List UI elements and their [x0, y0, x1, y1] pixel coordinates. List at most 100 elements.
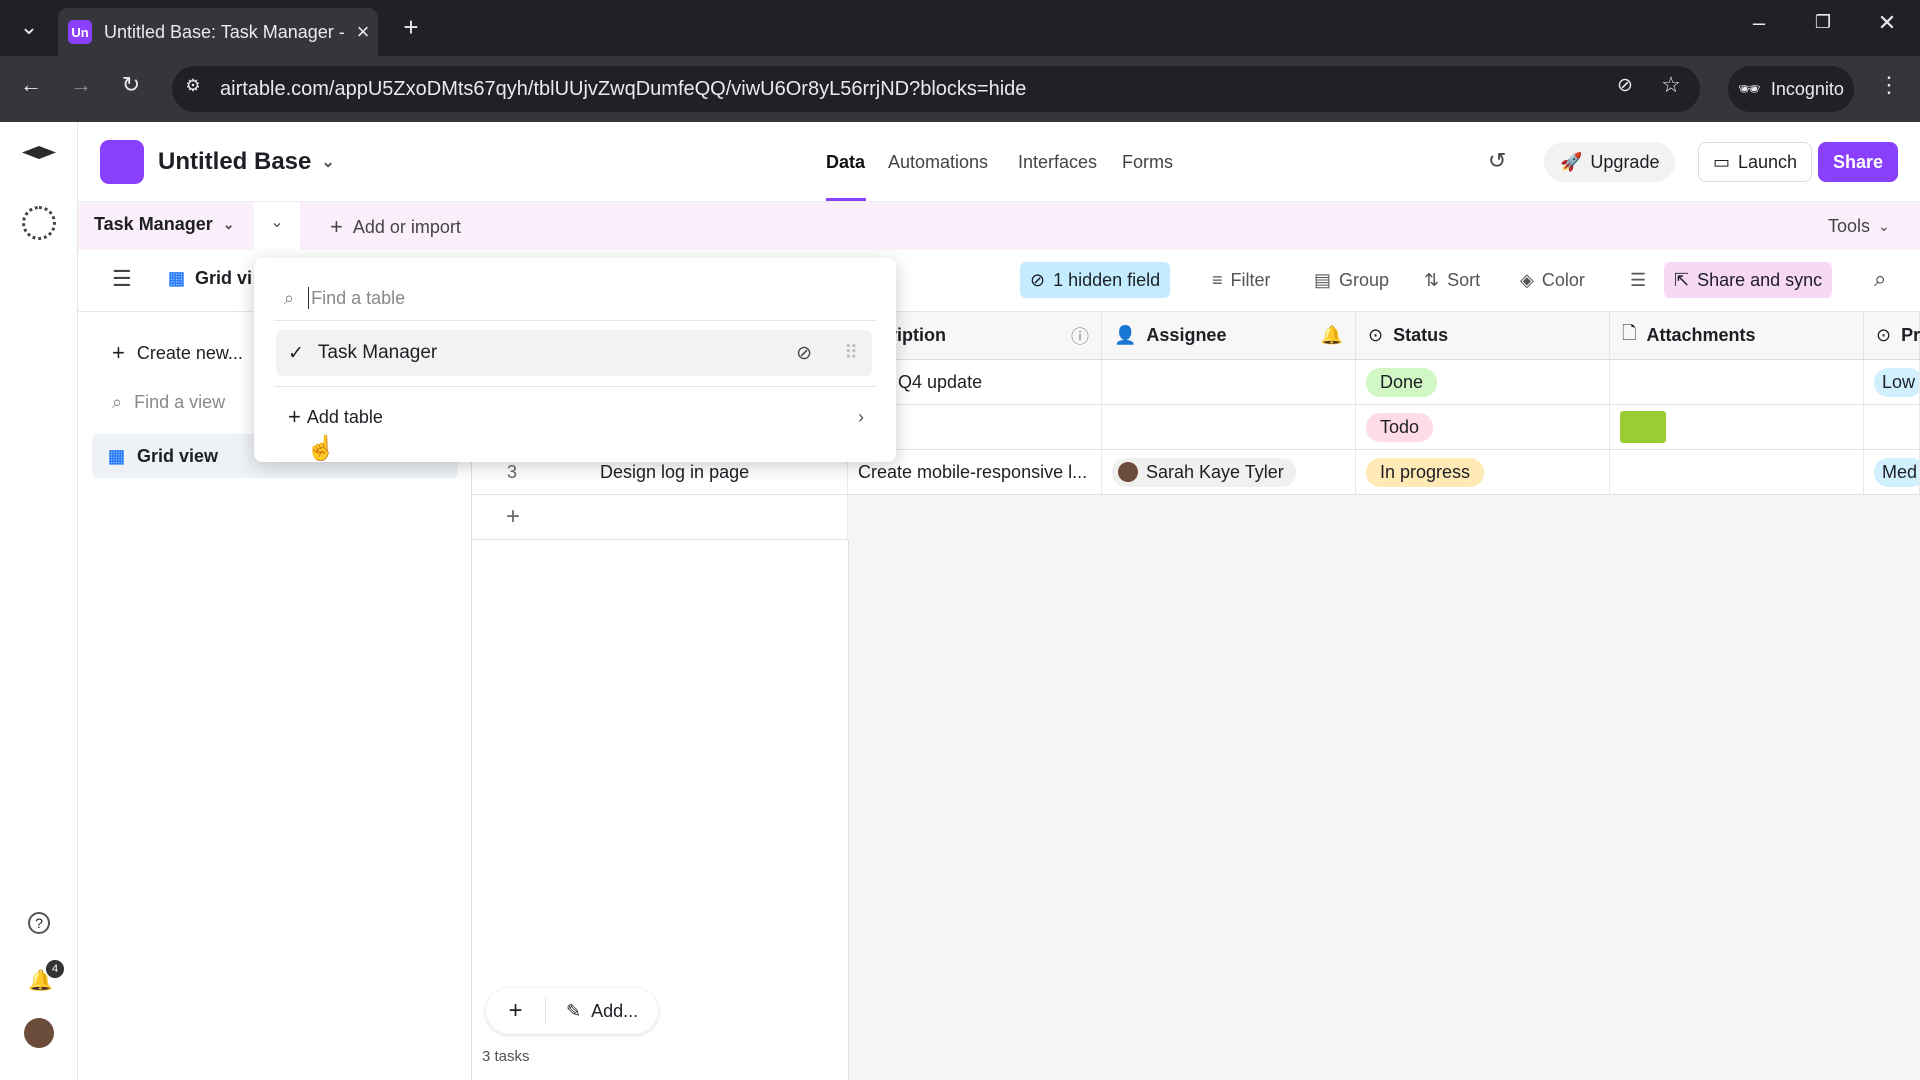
record-count: 3 tasks	[482, 1048, 530, 1065]
attachments-cell[interactable]	[1610, 405, 1864, 450]
tab-data[interactable]: Data	[826, 152, 865, 173]
drag-handle-icon[interactable]: ⠿	[844, 342, 858, 365]
help-icon[interactable]: ?	[28, 912, 50, 934]
table-picker-dropdown: ⌕ Find a table ✓ Task Manager ⊘ ⠿ + Add …	[254, 258, 896, 462]
address-bar[interactable]: airtable.com/appU5ZxoDMts67qyh/tblUUjvZw…	[172, 66, 1700, 112]
priority-badge: Low	[1874, 367, 1919, 397]
tools-menu[interactable]: Tools ⌄	[1828, 216, 1890, 237]
search-icon: ⌕	[284, 287, 295, 308]
priority-cell[interactable]: Low	[1864, 360, 1920, 405]
browser-menu-icon[interactable]: ⋮	[1874, 72, 1904, 98]
history-icon[interactable]: ↺	[1488, 148, 1506, 174]
plus-icon: +	[112, 340, 125, 365]
upgrade-label: Upgrade	[1590, 151, 1660, 172]
reload-icon[interactable]: ↻	[114, 72, 148, 98]
status-icon: ⊙	[1876, 325, 1892, 345]
launch-icon: ▭	[1713, 151, 1731, 172]
group-button[interactable]: ▤ Group	[1304, 262, 1399, 298]
upgrade-button[interactable]: 🚀 Upgrade	[1544, 142, 1676, 182]
base-logo-icon[interactable]	[100, 140, 144, 184]
create-new-view-button[interactable]: + Create new...	[112, 340, 243, 366]
bottom-add-bar: + ✎ Add...	[486, 988, 659, 1034]
sidebar-toggle-icon[interactable]: ☰	[112, 266, 132, 292]
filter-label: Filter	[1230, 269, 1271, 290]
incognito-badge[interactable]: 🕶 Incognito	[1728, 66, 1854, 112]
minimize-icon[interactable]: –	[1742, 10, 1776, 36]
all-tables-toggle[interactable]: ⌄	[254, 202, 300, 250]
tools-label: Tools	[1828, 216, 1871, 236]
airtable-home-icon[interactable]	[22, 146, 56, 159]
find-table-input[interactable]: ⌕ Find a table	[284, 280, 864, 316]
forward-icon[interactable]: →	[64, 72, 98, 98]
add-or-import-label: Add or import	[352, 216, 461, 237]
add-or-import-button[interactable]: + Add or import	[330, 214, 461, 240]
launch-label: Launch	[1738, 151, 1798, 172]
tab-automations[interactable]: Automations	[888, 152, 988, 173]
user-avatar[interactable]	[24, 1018, 54, 1048]
column-header-assignee[interactable]: 👤 Assignee 🔔	[1102, 312, 1356, 360]
close-tab-icon[interactable]: ×	[348, 19, 378, 45]
back-icon[interactable]: ←	[14, 72, 48, 98]
status-cell[interactable]: In progress	[1356, 450, 1610, 495]
status-cell[interactable]: Todo	[1356, 405, 1610, 450]
assignee-chip: Sarah Kaye Tyler	[1112, 457, 1296, 487]
empty-grid-area	[848, 540, 849, 1080]
bell-icon: 🔔	[1320, 325, 1343, 345]
tab-title: Untitled Base: Task Manager - A	[104, 21, 348, 42]
find-view-input[interactable]: ⌕ Find a view	[112, 392, 225, 413]
share-button[interactable]: Share	[1818, 142, 1898, 182]
eye-off-icon[interactable]: ⊘	[796, 342, 812, 365]
filter-button[interactable]: ≡ Filter	[1202, 262, 1281, 298]
attachment-thumbnail[interactable]	[1620, 411, 1666, 443]
attachments-cell[interactable]	[1610, 360, 1864, 405]
new-tab-icon[interactable]: +	[396, 12, 426, 43]
bookmark-star-icon[interactable]: ☆	[1656, 72, 1686, 98]
launch-button[interactable]: ▭ Launch	[1698, 142, 1813, 182]
table-tab-task-manager[interactable]: Task Manager ⌄	[94, 214, 234, 235]
assignee-cell[interactable]: Sarah Kaye Tyler	[1102, 450, 1356, 495]
row-height-icon[interactable]: ☰	[1620, 262, 1656, 298]
eye-off-icon[interactable]: ⊘	[1610, 74, 1640, 97]
assignee-cell[interactable]	[1102, 360, 1356, 405]
tab-interfaces[interactable]: Interfaces	[1018, 152, 1097, 173]
site-info-icon[interactable]: ⚙	[180, 76, 206, 96]
browser-tab[interactable]: Un Untitled Base: Task Manager - A ×	[58, 8, 378, 56]
find-table-placeholder: Find a table	[311, 287, 406, 308]
add-record-row[interactable]: +	[472, 495, 848, 540]
chevron-down-icon: ⌄	[321, 154, 335, 171]
column-header-label: Pri	[1901, 325, 1920, 345]
sort-button[interactable]: ⇅ Sort	[1414, 262, 1490, 298]
color-button[interactable]: ◈ Color	[1510, 262, 1595, 298]
tab-search-icon[interactable]: ⌄	[14, 14, 44, 40]
divider	[274, 320, 876, 321]
column-header-status[interactable]: ⊙ Status	[1356, 312, 1610, 360]
share-and-sync-button[interactable]: ⇱ Share and sync	[1664, 262, 1833, 298]
ai-add-button[interactable]: ✎ Add...	[546, 1001, 658, 1022]
grid-icon: ▦	[108, 445, 126, 466]
add-record-button[interactable]: +	[486, 997, 546, 1025]
restore-icon[interactable]: ❐	[1806, 12, 1840, 33]
url-text: airtable.com/appU5ZxoDMts67qyh/tblUUjvZw…	[220, 77, 1027, 100]
grid-view-label: Grid view	[137, 445, 219, 466]
priority-cell[interactable]	[1864, 405, 1920, 450]
attachments-cell[interactable]	[1610, 450, 1864, 495]
view-switcher[interactable]: ▦ Grid vi	[168, 268, 252, 289]
search-icon[interactable]: ⌕	[1874, 266, 1886, 292]
tab-forms[interactable]: Forms	[1122, 152, 1173, 173]
browser-toolbar: ← → ↻ airtable.com/appU5ZxoDMts67qyh/tbl…	[0, 56, 1920, 122]
column-header-priority[interactable]: ⊙ Pri	[1864, 312, 1920, 360]
column-header-attachments[interactable]: 🗋 Attachments	[1610, 312, 1864, 360]
hidden-fields-button[interactable]: ⊘ 1 hidden field	[1020, 262, 1171, 298]
chevron-down-icon: ⌄	[1878, 218, 1890, 234]
workspace-loader-icon[interactable]	[22, 206, 56, 240]
hidden-fields-label: 1 hidden field	[1053, 269, 1161, 290]
close-window-icon[interactable]: ✕	[1870, 10, 1904, 36]
status-badge: Todo	[1366, 412, 1434, 442]
add-table-button[interactable]: + Add table ›	[288, 404, 864, 430]
table-item-task-manager[interactable]: ✓ Task Manager ⊘ ⠿	[276, 330, 872, 376]
status-cell[interactable]: Done	[1356, 360, 1610, 405]
assignee-name: Sarah Kaye Tyler	[1146, 461, 1284, 482]
priority-cell[interactable]: Med	[1864, 450, 1920, 495]
base-name-menu[interactable]: Untitled Base ⌄	[158, 148, 335, 176]
assignee-cell[interactable]	[1102, 405, 1356, 450]
